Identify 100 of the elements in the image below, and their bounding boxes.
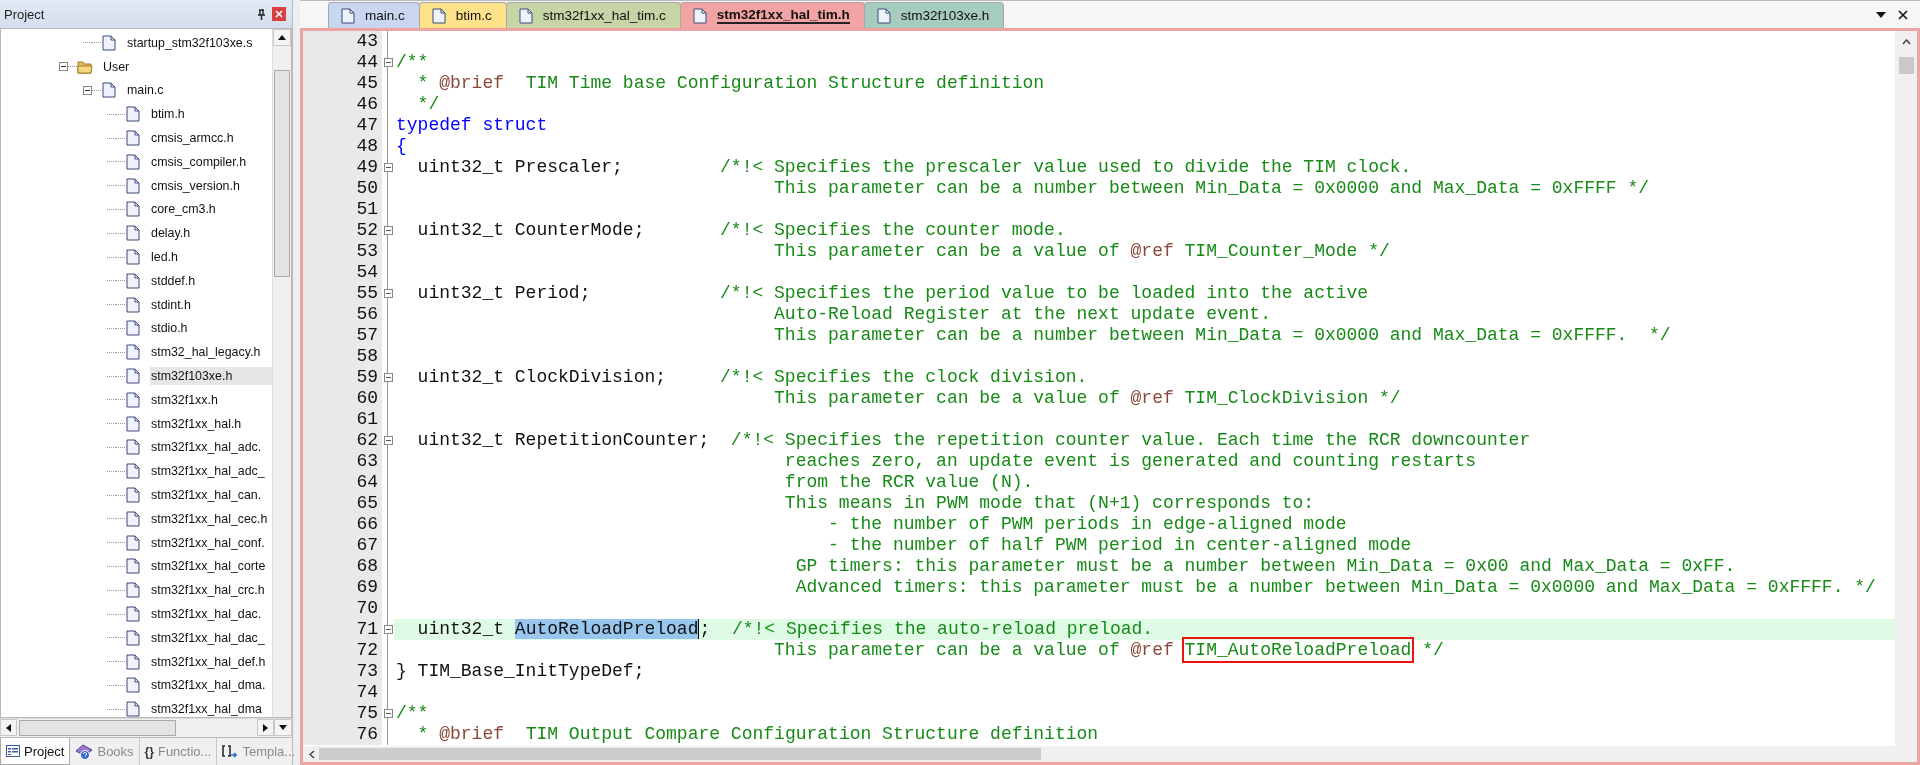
tree-item[interactable]: startup_stm32f103xe.s xyxy=(126,33,272,52)
up-arrow-icon[interactable] xyxy=(278,35,286,40)
line-number: 76 xyxy=(303,724,382,745)
line-number: 49 xyxy=(303,157,382,178)
tree-item[interactable]: core_cm3.h xyxy=(150,200,272,219)
scroll-thumb[interactable] xyxy=(19,720,176,736)
tree-item[interactable]: stdio.h xyxy=(150,319,272,338)
code-text: /*!< Specifies the period value to be loaded into the active xyxy=(720,283,1369,303)
code-text: - the number of PWM periods in edge-aligned mode xyxy=(827,514,1347,534)
code-text: TIM_ClockDivision */ xyxy=(1183,388,1401,408)
tree-item[interactable]: led.h xyxy=(150,248,272,267)
file-tab[interactable]: btim.c xyxy=(418,2,507,28)
fold-icon[interactable] xyxy=(383,436,393,445)
line-number: 63 xyxy=(303,451,382,472)
scroll-thumb[interactable] xyxy=(319,748,1041,760)
tree-item[interactable]: stm32f1xx_hal_can. xyxy=(150,486,272,505)
line-number: 61 xyxy=(303,409,382,430)
tree-item[interactable]: stm32f1xx_hal_dma. xyxy=(150,676,272,695)
line-number: 73 xyxy=(303,661,382,682)
line-number: 71 xyxy=(303,619,382,640)
tree-item[interactable]: delay.h xyxy=(150,224,272,243)
code-text: ; xyxy=(699,619,712,639)
code-text: /** xyxy=(396,52,429,72)
tree-item[interactable]: stm32f1xx_hal_cec.h xyxy=(150,509,272,528)
scrollbar[interactable] xyxy=(1895,31,1917,746)
panel-tab[interactable]: Project xyxy=(0,738,71,765)
line-number: 47 xyxy=(303,115,382,136)
tree-item[interactable]: stm32f1xx_hal_dac_ xyxy=(150,628,272,647)
line-number: 50 xyxy=(303,178,382,199)
line-number: 72 xyxy=(303,640,382,661)
fold-icon[interactable] xyxy=(383,58,393,67)
file-tab[interactable]: stm32f1xx_hal_tim.c xyxy=(505,2,681,28)
line-number: 55 xyxy=(303,283,382,304)
collapse-icon[interactable] xyxy=(82,86,92,95)
scrollbar[interactable] xyxy=(272,29,291,717)
file-icon xyxy=(126,463,140,480)
down-arrow-icon[interactable] xyxy=(279,725,287,730)
tree-item[interactable]: stm32f1xx.h xyxy=(150,390,272,409)
code-text: } TIM_Base_InitTypeDef; xyxy=(396,661,645,681)
left-arrow-icon[interactable] xyxy=(6,723,11,732)
tree-item[interactable]: stddef.h xyxy=(150,271,272,290)
tree-item[interactable]: stm32f1xx_hal_conf. xyxy=(150,533,272,552)
pin-icon[interactable] xyxy=(257,8,266,20)
code-text: from the RCR value (N). xyxy=(783,472,1034,492)
file-tab[interactable]: main.c xyxy=(328,2,420,28)
right-arrow-icon[interactable] xyxy=(263,723,268,732)
code-text: This parameter can be a number between Min_Data = 0x0000 and Max_Data = 0xFFFF. */ xyxy=(773,325,1671,345)
tree-item[interactable]: btim.h xyxy=(150,105,272,124)
tree-item[interactable]: stdint.h xyxy=(150,295,272,314)
folder-icon xyxy=(77,59,93,74)
tree-item[interactable]: stm32f1xx_hal_adc_ xyxy=(150,462,272,481)
file-tab[interactable]: stm32f103xe.h xyxy=(863,2,1005,28)
scroll-thumb[interactable] xyxy=(274,70,290,277)
file-icon xyxy=(518,7,533,24)
fold-icon[interactable] xyxy=(383,163,393,172)
file-icon xyxy=(126,701,140,717)
code-text: uint32_t RepetitionCounter; xyxy=(416,430,711,450)
close-icon xyxy=(275,10,283,18)
tree-item[interactable]: stm32f1xx_hal.h xyxy=(150,414,272,433)
panel-tab[interactable]: {} Functio... xyxy=(139,738,218,765)
fold-icon[interactable] xyxy=(383,226,393,235)
tree-item[interactable]: stm32_hal_legacy.h xyxy=(150,343,272,362)
tree-item[interactable]: stm32f1xx_hal_dma xyxy=(150,700,272,717)
tree-item[interactable]: User xyxy=(102,57,272,76)
close-button[interactable] xyxy=(272,7,286,21)
code-text: This parameter can be a value of xyxy=(773,241,1121,261)
file-tab[interactable]: stm32f1xx_hal_tim.h xyxy=(679,2,865,28)
fold-icon[interactable] xyxy=(383,709,393,718)
line-number: 70 xyxy=(303,598,382,619)
line-number: 56 xyxy=(303,304,382,325)
line-number: 51 xyxy=(303,199,382,220)
code-text: @ref xyxy=(1130,640,1175,660)
close-icon[interactable] xyxy=(1898,9,1908,20)
file-icon xyxy=(102,34,116,51)
file-icon xyxy=(341,7,355,24)
tree-item[interactable]: cmsis_compiler.h xyxy=(150,152,272,171)
fold-icon[interactable] xyxy=(383,289,393,298)
code-text: /*!< Specifies the auto-reload preload. xyxy=(731,619,1154,639)
code-text: TIM_Counter_Mode */ xyxy=(1183,241,1390,261)
fold-icon[interactable] xyxy=(383,373,393,382)
tree-item[interactable]: stm32f103xe.h xyxy=(150,367,272,386)
tree-item[interactable]: cmsis_version.h xyxy=(150,176,272,195)
tree-item[interactable]: cmsis_armcc.h xyxy=(150,129,272,148)
collapse-icon[interactable] xyxy=(58,62,68,72)
code-text: */ xyxy=(1421,640,1444,660)
highlighted-text: TIM_AutoReloadPreload xyxy=(1184,640,1412,660)
tree-item[interactable]: stm32f1xx_hal_def.h xyxy=(150,652,272,671)
tree-item[interactable]: main.c xyxy=(126,81,272,100)
tree-item[interactable]: stm32f1xx_hal_dac. xyxy=(150,605,272,623)
dropdown-icon[interactable] xyxy=(1876,11,1886,18)
fold-icon[interactable] xyxy=(383,625,393,634)
tree-item[interactable]: stm32f1xx_hal_adc. xyxy=(150,438,272,457)
scroll-thumb[interactable] xyxy=(1898,57,1914,74)
scrollbar[interactable] xyxy=(303,746,1917,762)
tree-item[interactable]: stm32f1xx_hal_corte xyxy=(150,557,272,576)
scrollbar[interactable] xyxy=(0,718,292,737)
tree-item[interactable]: stm32f1xx_hal_crc.h xyxy=(150,581,272,600)
line-number: 53 xyxy=(303,241,382,262)
line-number: 57 xyxy=(303,325,382,346)
line-number: 74 xyxy=(303,682,382,703)
